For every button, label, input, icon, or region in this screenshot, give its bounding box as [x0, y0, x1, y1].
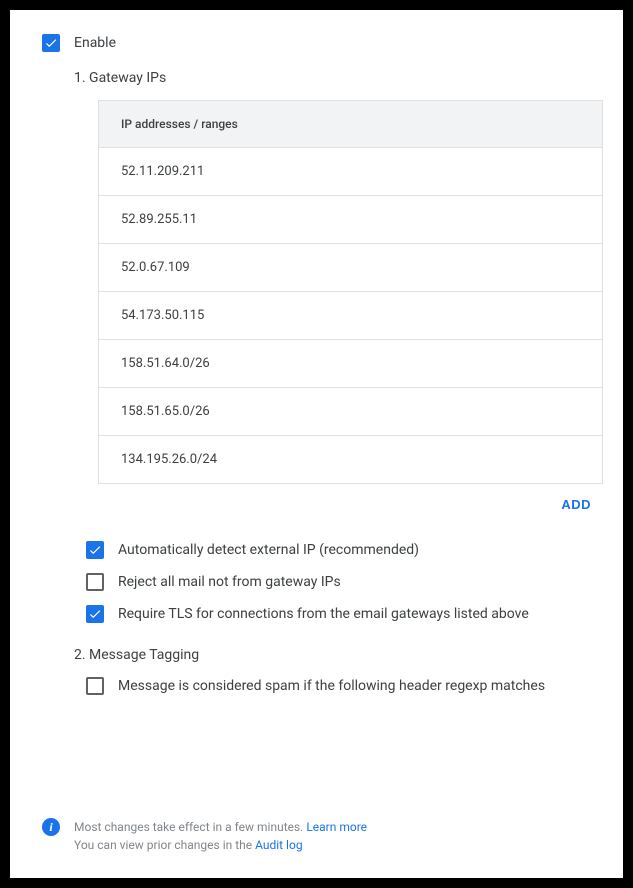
- settings-panel: Enable 1. Gateway IPs IP addresses / ran…: [10, 10, 623, 878]
- section1-heading: 1. Gateway IPs: [74, 70, 591, 86]
- enable-label: Enable: [74, 35, 116, 51]
- footer-text: Most changes take effect in a few minute…: [74, 818, 367, 854]
- auto-detect-checkbox[interactable]: [86, 541, 104, 559]
- footer: i Most changes take effect in a few minu…: [42, 798, 591, 854]
- table-row[interactable]: 52.0.67.109: [99, 243, 602, 291]
- ip-table-header: IP addresses / ranges: [99, 101, 602, 147]
- footer-line1: Most changes take effect in a few minute…: [74, 820, 306, 834]
- table-row[interactable]: 158.51.64.0/26: [99, 339, 602, 387]
- footer-line2: You can view prior changes in the: [74, 838, 255, 852]
- table-row[interactable]: 52.89.255.11: [99, 195, 602, 243]
- option-label: Reject all mail not from gateway IPs: [118, 574, 341, 590]
- info-icon: i: [42, 818, 60, 836]
- table-row[interactable]: 52.11.209.211: [99, 147, 602, 195]
- option-label: Message is considered spam if the follow…: [118, 678, 545, 694]
- enable-checkbox[interactable]: [42, 34, 60, 52]
- option-spam-regexp: Message is considered spam if the follow…: [86, 677, 591, 695]
- section2-heading: 2. Message Tagging: [74, 647, 591, 663]
- check-icon: [44, 36, 58, 50]
- spam-regexp-checkbox[interactable]: [86, 677, 104, 695]
- option-label: Automatically detect external IP (recomm…: [118, 542, 419, 558]
- option-label: Require TLS for connections from the ema…: [118, 606, 529, 622]
- table-row[interactable]: 54.173.50.115: [99, 291, 602, 339]
- audit-log-link[interactable]: Audit log: [255, 838, 302, 852]
- ip-table: IP addresses / ranges 52.11.209.211 52.8…: [98, 100, 603, 484]
- enable-row: Enable: [42, 34, 591, 52]
- option-reject-mail: Reject all mail not from gateway IPs: [86, 573, 591, 591]
- require-tls-checkbox[interactable]: [86, 605, 104, 623]
- option-auto-detect: Automatically detect external IP (recomm…: [86, 541, 591, 559]
- table-row[interactable]: 134.195.26.0/24: [99, 435, 602, 483]
- reject-mail-checkbox[interactable]: [86, 573, 104, 591]
- table-row[interactable]: 158.51.65.0/26: [99, 387, 602, 435]
- check-icon: [88, 607, 102, 621]
- section-gateway-ips: 1. Gateway IPs IP addresses / ranges 52.…: [74, 70, 591, 709]
- add-button[interactable]: ADD: [561, 497, 591, 512]
- add-row: ADD: [98, 494, 591, 513]
- learn-more-link[interactable]: Learn more: [306, 820, 367, 834]
- option-require-tls: Require TLS for connections from the ema…: [86, 605, 591, 623]
- check-icon: [88, 543, 102, 557]
